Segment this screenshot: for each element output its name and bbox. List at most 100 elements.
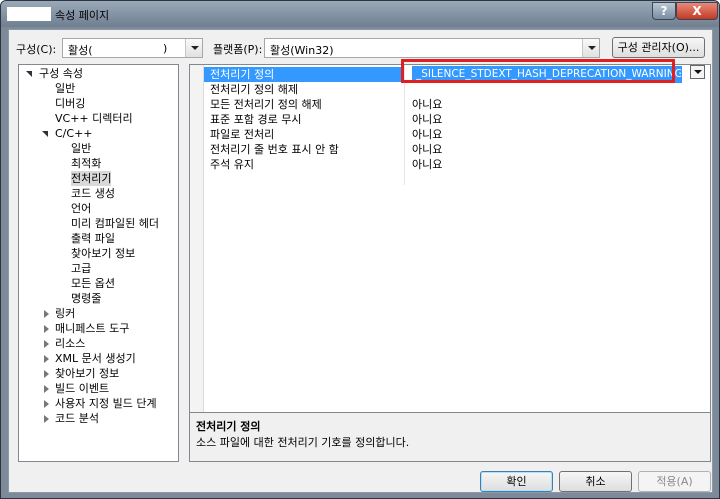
expanded-triangle-icon[interactable] (42, 131, 48, 137)
tree-item[interactable]: 일반 (71, 141, 91, 156)
property-value[interactable]: 아니요 (412, 142, 442, 157)
tree-item[interactable]: 미리 컴파일된 헤더 (71, 216, 159, 231)
property-name: 전처리기 줄 번호 표시 안 함 (210, 143, 339, 156)
tree-item-label: 일반 (71, 142, 92, 155)
cancel-button[interactable]: 취소 (559, 471, 632, 492)
tree-item[interactable]: 사용자 지정 빌드 단계 (55, 396, 157, 411)
tree-item[interactable]: 언어 (71, 201, 91, 216)
tree-item[interactable]: 찾아보기 정보 (55, 366, 119, 381)
tree-item-label: 코드 생성 (71, 187, 115, 200)
apply-button[interactable]: 적용(A) (638, 471, 711, 492)
value-dropdown-button[interactable] (690, 65, 705, 79)
tree-item[interactable]: 출력 파일 (71, 231, 115, 246)
tree-item[interactable]: 매니페스트 도구 (55, 321, 129, 336)
property-name: 표준 포함 경로 무시 (210, 113, 302, 126)
platform-label: 플랫폼(P): (213, 43, 263, 56)
tree-item[interactable]: C/C++ (55, 126, 93, 141)
tree-item[interactable]: XML 문서 생성기 (55, 351, 136, 366)
tree-item-label: 모든 옵션 (71, 277, 115, 290)
tree-item-label: 사용자 지정 빌드 단계 (55, 397, 157, 410)
property-row[interactable]: 주석 유지 아니요 (204, 157, 710, 172)
tree-item-label: 링커 (55, 307, 76, 320)
config-dropdown[interactable]: 활성( ) (62, 38, 203, 58)
collapsed-triangle-icon[interactable] (44, 385, 49, 393)
property-value[interactable]: 아니요 (412, 112, 442, 127)
property-row[interactable]: 표준 포함 경로 무시 아니요 (204, 112, 710, 127)
property-pages-window: 속성 페이지 ? X 구성(C): 활성( ) 플랫폼(P): 활성(Win32… (0, 0, 720, 499)
ok-button[interactable]: 확인 (480, 471, 553, 492)
tree-item-label: 코드 분석 (55, 412, 99, 425)
config-manager-button[interactable]: 구성 관리자(O)... (612, 37, 705, 58)
tree-item[interactable]: 고급 (71, 261, 91, 276)
property-row[interactable]: 전처리기 줄 번호 표시 안 함 아니요 (204, 142, 710, 157)
property-row[interactable]: 파일로 전처리 아니요 (204, 127, 710, 142)
grid-gutter (190, 65, 204, 434)
property-grid[interactable]: 전처리기 정의 _SILENCE_STDEXT_HASH_DEPRECATION_… (189, 64, 711, 435)
tree-item[interactable]: 링커 (55, 306, 75, 321)
tree-item-label: 찾아보기 정보 (71, 247, 136, 260)
tree-item-label: VC++ 디렉터리 (55, 112, 133, 125)
config-value: 활성( (68, 44, 93, 57)
collapsed-triangle-icon[interactable] (44, 415, 49, 423)
tree-item-label: 고급 (71, 262, 92, 275)
tree-item[interactable]: 찾아보기 정보 (71, 246, 135, 261)
property-row[interactable]: 모든 전처리기 정의 해제 아니요 (204, 97, 710, 112)
window-title: 속성 페이지 (55, 9, 110, 22)
close-button[interactable]: X (676, 2, 718, 20)
collapsed-triangle-icon[interactable] (44, 340, 49, 348)
property-value[interactable]: 아니요 (412, 127, 442, 142)
description-title: 전처리기 정의 (196, 420, 261, 433)
description-text: 소스 파일에 대한 전처리기 기호를 정의합니다. (196, 436, 410, 449)
redacted-project-name (7, 7, 51, 21)
chevron-down-icon[interactable] (582, 39, 599, 57)
tree-item-label: 매니페스트 도구 (55, 322, 130, 335)
title-bar[interactable]: 속성 페이지 ? X (1, 1, 719, 27)
tree-item-label: 빌드 이벤트 (55, 382, 110, 395)
property-name: 전처리기 정의 (210, 68, 275, 81)
platform-dropdown[interactable]: 활성(Win32) (264, 38, 600, 58)
tree-item-label: C/C++ (55, 127, 93, 140)
tree-item-label: 명령줄 (71, 292, 102, 305)
chevron-down-icon[interactable] (185, 39, 202, 57)
tree-item[interactable]: 디버깅 (55, 96, 85, 111)
tree-item[interactable]: 최적화 (71, 156, 101, 171)
preprocessor-definitions-value: _SILENCE_STDEXT_HASH_DEPRECATION_WARNING… (413, 67, 681, 82)
collapsed-triangle-icon[interactable] (44, 355, 49, 363)
tree-item-label: 언어 (71, 202, 92, 215)
tree-item[interactable]: 전처리기 (71, 171, 112, 186)
tree-item[interactable]: 일반 (55, 81, 75, 96)
config-value-suffix: ) (163, 42, 168, 55)
config-label: 구성(C): (16, 43, 57, 56)
collapsed-triangle-icon[interactable] (44, 400, 49, 408)
preprocessor-definitions-input[interactable]: _SILENCE_STDEXT_HASH_DEPRECATION_WARNING… (412, 66, 682, 83)
tree-item[interactable]: 명령줄 (71, 291, 101, 306)
dialog-client-area: 구성(C): 활성( ) 플랫폼(P): 활성(Win32) 구성 관리자(O)… (8, 29, 713, 493)
tree-item-label: XML 문서 생성기 (55, 352, 136, 365)
collapsed-triangle-icon[interactable] (44, 310, 49, 318)
help-button[interactable]: ? (652, 2, 676, 20)
tree-item[interactable]: 구성 속성 (39, 66, 83, 81)
property-name: 모든 전처리기 정의 해제 (210, 98, 322, 111)
property-value[interactable]: 아니요 (412, 157, 442, 172)
property-value[interactable]: 아니요 (412, 97, 442, 112)
tree-item[interactable]: 빌드 이벤트 (55, 381, 109, 396)
property-row[interactable]: 전처리기 정의 _SILENCE_STDEXT_HASH_DEPRECATION_… (204, 66, 710, 83)
collapsed-triangle-icon[interactable] (44, 370, 49, 378)
description-panel: 전처리기 정의 소스 파일에 대한 전처리기 기호를 정의합니다. (189, 412, 711, 462)
expanded-triangle-icon[interactable] (26, 71, 32, 77)
tree-item[interactable]: 리소스 (55, 336, 85, 351)
tree-item[interactable]: 코드 분석 (55, 411, 99, 426)
property-tree[interactable]: 구성 속성 일반 디버깅 VC++ 디렉터리 C/C++ 일반 최적화 전처리기 코드 생성 언어… (18, 64, 179, 462)
tree-item[interactable]: VC++ 디렉터리 (55, 111, 133, 126)
tree-item-label: 미리 컴파일된 헤더 (71, 217, 159, 230)
tree-item-label: 최적화 (71, 157, 102, 170)
property-row[interactable]: 전처리기 정의 해제 (204, 82, 710, 97)
tree-item-label: 일반 (55, 82, 76, 95)
tree-item[interactable]: 모든 옵션 (71, 276, 115, 291)
tree-item-label: 출력 파일 (71, 232, 115, 245)
tree-item-label: 전처리기 (71, 172, 112, 185)
property-name: 파일로 전처리 (210, 128, 275, 141)
tree-item-label: 리소스 (55, 337, 86, 350)
collapsed-triangle-icon[interactable] (44, 325, 49, 333)
tree-item[interactable]: 코드 생성 (71, 186, 115, 201)
